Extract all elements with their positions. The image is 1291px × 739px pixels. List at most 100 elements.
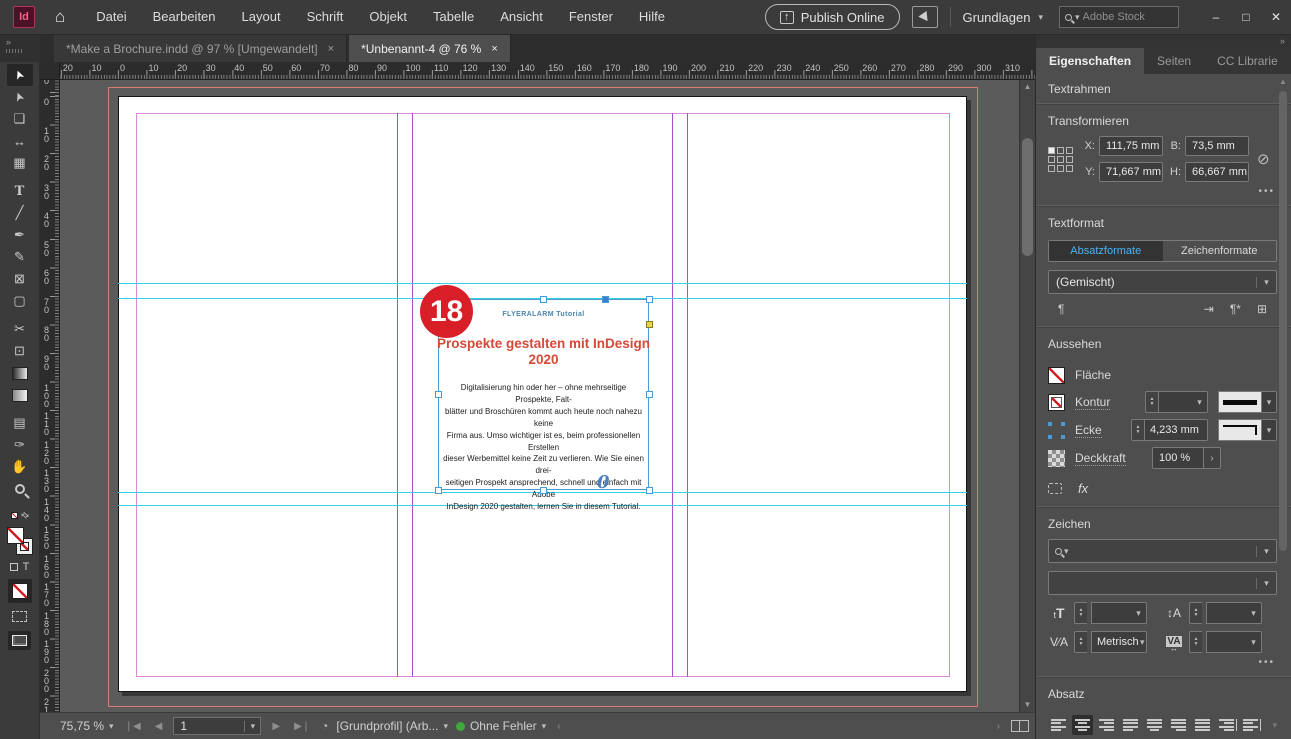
frame-handle[interactable] xyxy=(540,296,547,303)
adobe-stock-search[interactable]: ▾ xyxy=(1059,6,1179,28)
gpu-performance-icon[interactable] xyxy=(912,6,938,28)
gradient-tool[interactable] xyxy=(7,362,33,384)
stroke-weight-dropdown[interactable]: ▾ xyxy=(1158,391,1208,413)
frame-tool[interactable]: ⊠ xyxy=(7,268,33,290)
menu-ansicht[interactable]: Ansicht xyxy=(487,0,556,34)
expand-dock-icon[interactable]: » xyxy=(6,37,11,47)
workspace-switcher[interactable]: Grundlagen ▾ xyxy=(963,10,1043,25)
gap-tool[interactable]: ↔ xyxy=(7,130,33,152)
note-tool[interactable]: ▤ xyxy=(7,412,33,434)
content-collector-tool[interactable]: ▦ xyxy=(7,152,33,174)
opacity-icon[interactable] xyxy=(1048,450,1065,467)
toolbar-dock-header[interactable]: » xyxy=(0,35,40,62)
tracking-stepper[interactable]: ▲▼ xyxy=(1189,631,1202,653)
corner-label[interactable]: Ecke xyxy=(1075,423,1102,438)
scrollbar-thumb[interactable] xyxy=(1022,138,1033,256)
vertical-scrollbar[interactable]: ▲ ▼ xyxy=(1019,80,1035,712)
height-value-field[interactable]: 66,667 mm xyxy=(1185,162,1249,182)
menu-tabelle[interactable]: Tabelle xyxy=(420,0,487,34)
close-button[interactable]: ✕ xyxy=(1261,4,1291,30)
frame-handle[interactable] xyxy=(646,296,653,303)
selected-text-frame[interactable]: FLYERALARM Tutorial Prospekte gestalten … xyxy=(438,299,649,490)
align-center-button[interactable] xyxy=(1072,715,1093,735)
panel-tab-cc-libraries[interactable]: CC Libraries xyxy=(1204,48,1278,74)
more-options-icon[interactable]: ••• xyxy=(1048,653,1277,676)
frame-handle[interactable] xyxy=(646,487,653,494)
font-style-dropdown[interactable]: ▾ xyxy=(1048,571,1277,595)
minimize-button[interactable]: – xyxy=(1201,4,1231,30)
maximize-button[interactable]: □ xyxy=(1231,4,1261,30)
frame-options-icon[interactable] xyxy=(1048,483,1062,494)
corner-shape-dropdown[interactable]: ▾ xyxy=(1262,419,1277,441)
screen-mode-button[interactable] xyxy=(7,626,33,654)
line-tool[interactable]: ╱ xyxy=(7,202,33,224)
tracking-dropdown[interactable]: ▾ xyxy=(1206,631,1262,653)
first-page-button[interactable]: ❘◀ xyxy=(122,721,144,732)
home-icon[interactable]: ⌂ xyxy=(55,7,65,27)
fill-stroke-swatches[interactable] xyxy=(7,524,33,558)
paragraph-styles-tab[interactable]: Absatzformate xyxy=(1049,241,1163,261)
scroll-down-icon[interactable]: ▼ xyxy=(1024,698,1032,712)
corner-radius-field[interactable]: 4,233 mm xyxy=(1144,419,1208,441)
clear-overrides-icon[interactable]: ¶* xyxy=(1222,302,1249,316)
stroke-style-chip[interactable] xyxy=(1218,391,1262,413)
scroll-up-icon[interactable]: ▲ xyxy=(1277,77,1289,89)
pen-tool[interactable]: ✒ xyxy=(7,224,33,246)
indesign-logo-icon[interactable]: Id xyxy=(13,6,35,28)
zoom-tool[interactable] xyxy=(7,478,33,500)
page-tool[interactable]: ❏ xyxy=(7,108,33,130)
redefine-style-icon[interactable]: ⇥ xyxy=(1196,302,1222,316)
type-tool[interactable]: T xyxy=(7,180,33,202)
pasteboard[interactable]: FLYERALARM Tutorial Prospekte gestalten … xyxy=(60,80,1019,712)
next-page-button[interactable]: ▶ xyxy=(269,721,283,732)
justify-last-left-button[interactable] xyxy=(1120,715,1141,735)
vertical-ruler[interactable]: 1001020304050607080901001101201301401501… xyxy=(40,80,60,712)
opacity-label[interactable]: Deckkraft xyxy=(1075,451,1126,466)
panel-scrollbar[interactable]: ▲ xyxy=(1277,77,1289,731)
align-away-from-spine-button[interactable] xyxy=(1240,715,1261,735)
menu-layout[interactable]: Layout xyxy=(229,0,294,34)
error-status-control[interactable]: Ohne Fehler ▾ xyxy=(456,719,546,733)
frame-handle[interactable] xyxy=(435,487,442,494)
search-input[interactable] xyxy=(1083,11,1161,23)
horizontal-ruler[interactable]: 2010010203040506070809010011012013014015… xyxy=(60,62,1035,80)
formatting-affects-toggle[interactable]: T xyxy=(7,558,33,576)
tab-close-icon[interactable]: × xyxy=(491,43,497,55)
preflight-menu-icon[interactable]: ◔ xyxy=(321,719,328,733)
font-size-stepper[interactable]: ▲▼ xyxy=(1074,602,1087,624)
page-number-field[interactable]: 1 ▾ xyxy=(173,717,261,735)
stroke-style-dropdown[interactable]: ▾ xyxy=(1262,391,1277,413)
rectangle-tool[interactable]: ▢ xyxy=(7,290,33,312)
swap-fill-stroke-icon[interactable]: ⇄ xyxy=(7,506,33,524)
frame-handle[interactable] xyxy=(435,391,442,398)
menu-datei[interactable]: Datei xyxy=(83,0,139,34)
menu-hilfe[interactable]: Hilfe xyxy=(626,0,678,34)
scroll-up-icon[interactable]: ▲ xyxy=(1024,80,1032,94)
scrollbar-thumb[interactable] xyxy=(1279,91,1287,551)
frame-handle[interactable] xyxy=(646,391,653,398)
justify-all-button[interactable] xyxy=(1192,715,1213,735)
character-styles-tab[interactable]: Zeichenformate xyxy=(1163,241,1277,261)
horizontal-scrollbar[interactable] xyxy=(572,713,986,739)
menu-schrift[interactable]: Schrift xyxy=(294,0,357,34)
previous-page-button[interactable]: ◀ xyxy=(152,721,166,732)
opacity-more-button[interactable]: › xyxy=(1204,447,1221,469)
direct-selection-tool[interactable]: ➤ xyxy=(7,86,33,108)
corner-options-icon[interactable] xyxy=(1048,422,1065,439)
expand-dock-icon[interactable]: » xyxy=(1280,36,1285,46)
pencil-tool[interactable]: ✎ xyxy=(7,246,33,268)
panel-dock-header[interactable]: » xyxy=(1036,35,1291,48)
paragraph-mark-icon[interactable]: ¶ xyxy=(1050,302,1072,316)
tab-close-icon[interactable]: × xyxy=(328,43,334,55)
constrain-proportions-icon[interactable]: ⊘ xyxy=(1257,150,1270,168)
gradient-feather-tool[interactable] xyxy=(7,384,33,406)
justify-last-center-button[interactable] xyxy=(1144,715,1165,735)
apply-color-button[interactable] xyxy=(7,576,33,606)
view-options-icon[interactable] xyxy=(7,606,33,626)
leading-dropdown[interactable]: ▾ xyxy=(1206,602,1262,624)
effects-icon[interactable]: fx xyxy=(1078,481,1088,496)
document-tab[interactable]: *Make a Brochure.indd @ 97 % [Umgewandel… xyxy=(54,35,347,62)
hand-tool[interactable]: ✋ xyxy=(7,456,33,478)
last-page-button[interactable]: ▶❘ xyxy=(291,721,313,732)
frame-handle[interactable] xyxy=(602,296,609,303)
